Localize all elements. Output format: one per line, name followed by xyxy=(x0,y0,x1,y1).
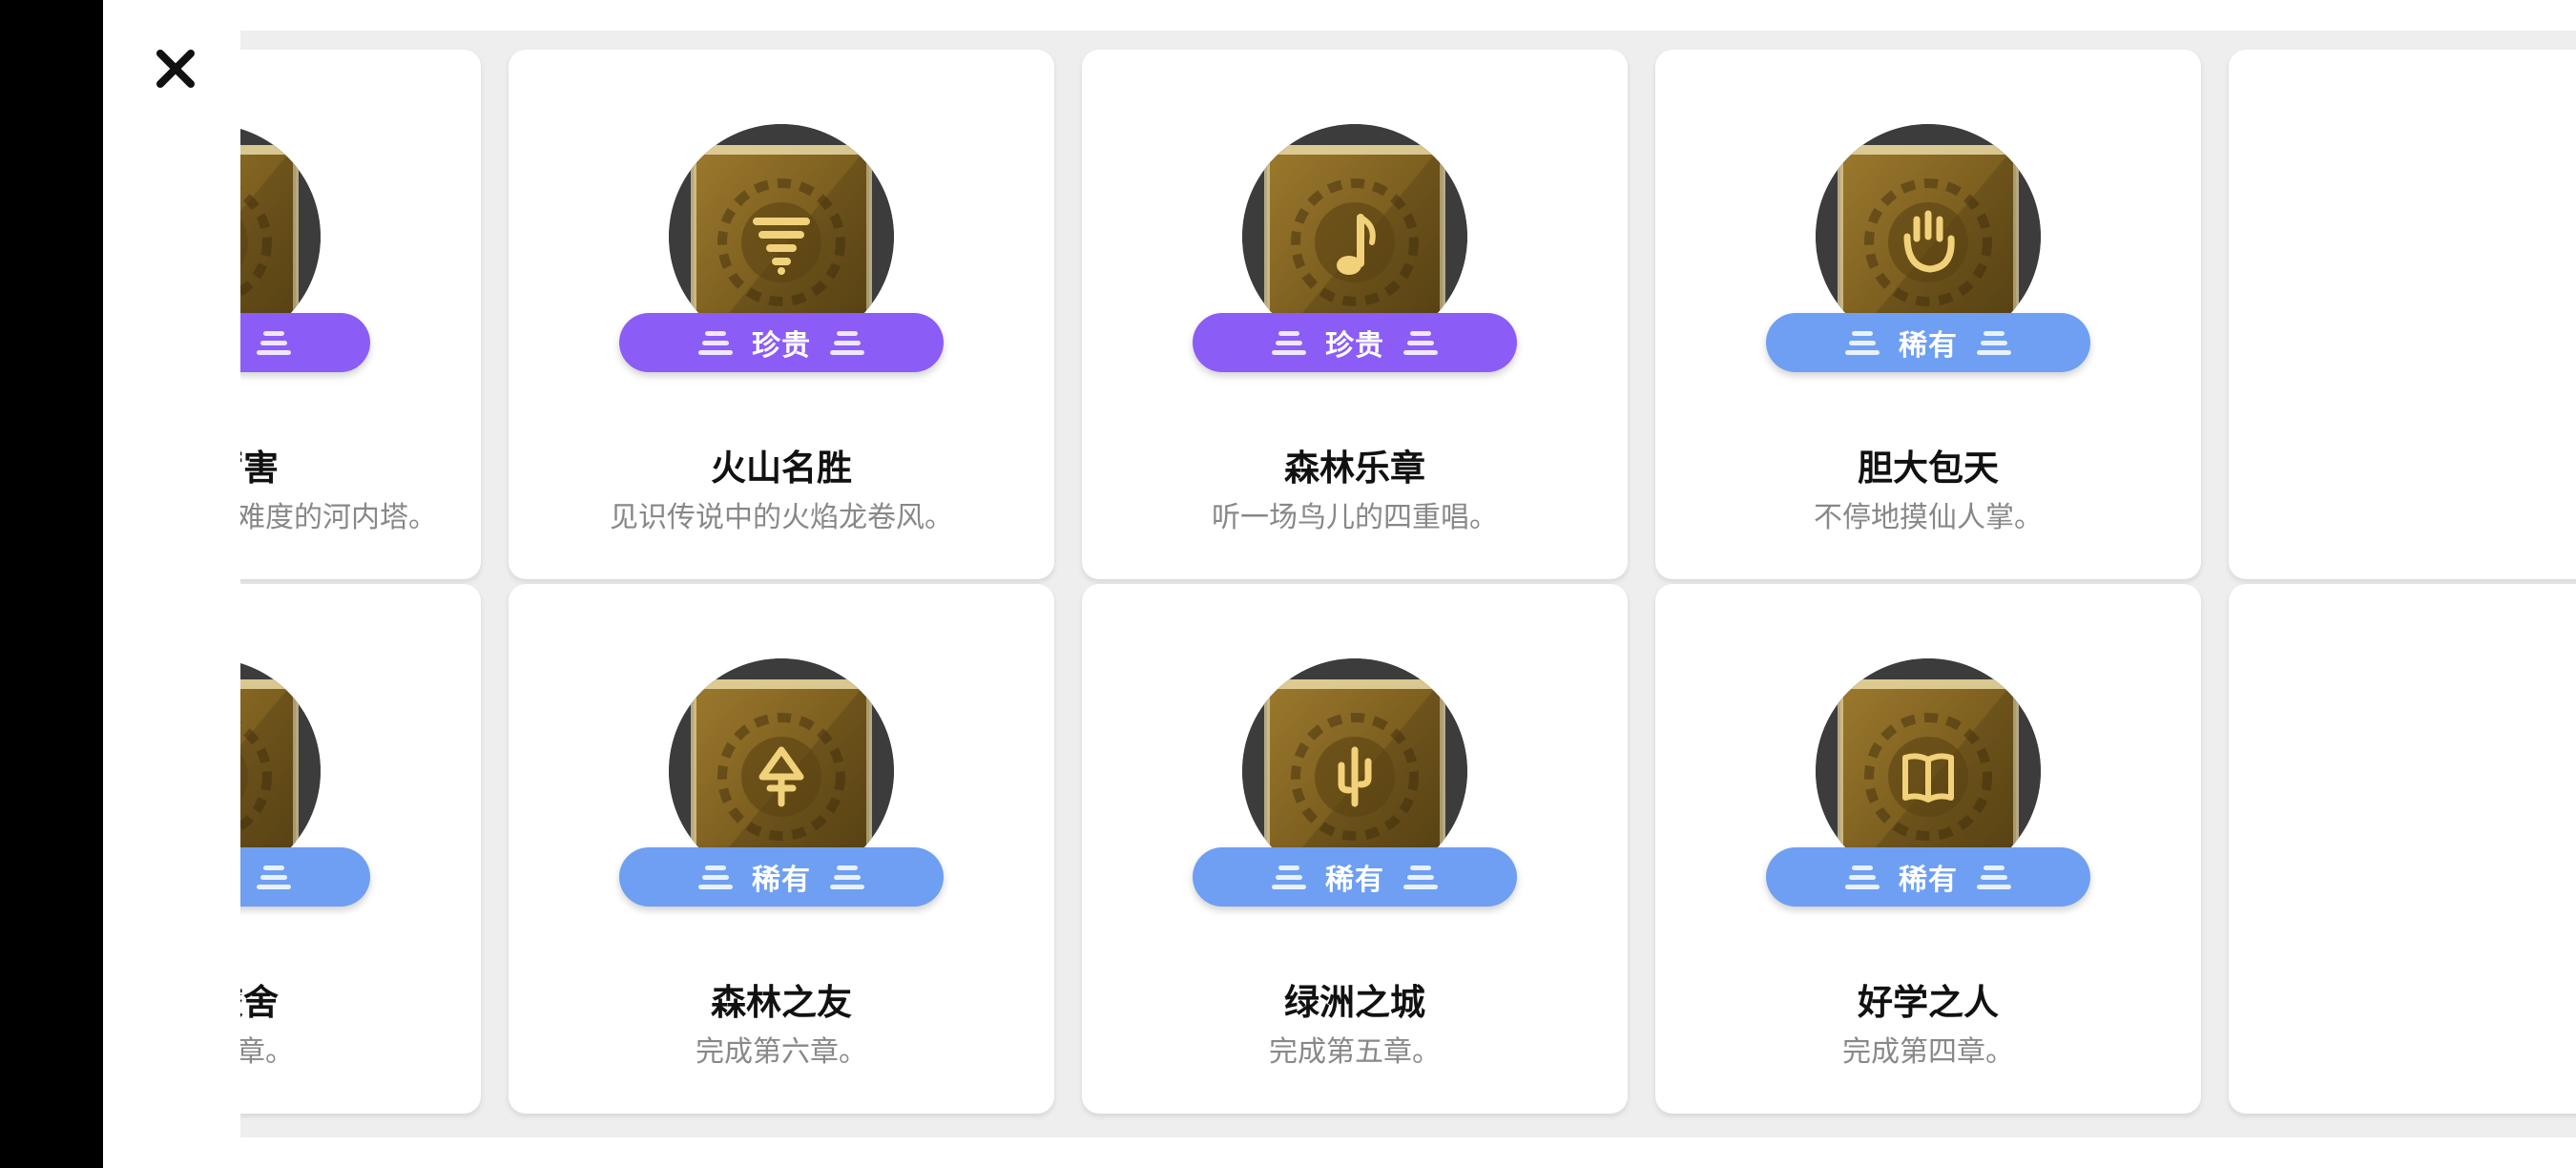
medal xyxy=(1816,124,2041,349)
achievement-description: 听一场鸟儿的四重唱。 xyxy=(1212,501,1498,534)
achievement-title: 好学之人 xyxy=(1858,982,1999,1023)
achievement-title: 熔岩旅舍 xyxy=(240,982,279,1023)
rarity-label: 珍贵 xyxy=(1325,329,1384,363)
achievement-title: 胆大包天 xyxy=(1858,448,1999,489)
achievements-panel: 珍贵 那么厉害 用最少步骤破解三个难度的河内塔。 珍贵 火山名胜 见识传说中的火… xyxy=(103,0,2576,1168)
rarity-right-icon xyxy=(257,330,291,355)
rarity-right-icon xyxy=(1403,865,1438,889)
rarity-label: 稀有 xyxy=(1899,329,1958,363)
achievement-description: 完成第五章。 xyxy=(1269,1035,1441,1069)
rarity-left-icon xyxy=(1845,330,1880,355)
achievement-card-partial[interactable] xyxy=(2229,584,2576,1114)
music-note-icon xyxy=(1242,124,1467,315)
volcano-icon xyxy=(240,663,321,849)
rarity-right-icon xyxy=(830,865,864,889)
rarity-badge: 稀有 xyxy=(240,847,370,907)
rarity-badge: 珍贵 xyxy=(240,313,370,372)
rarity-left-icon xyxy=(698,330,733,355)
rarity-badge: 珍贵 xyxy=(619,313,944,372)
achievement-description: 不停地摸仙人掌。 xyxy=(1814,501,2043,534)
hand-icon xyxy=(1816,124,2041,315)
rarity-left-icon xyxy=(1272,330,1306,355)
achievement-title: 那么厉害 xyxy=(240,448,279,489)
hanoi-icon xyxy=(240,129,321,315)
close-icon[interactable] xyxy=(153,46,198,92)
rarity-label: 珍贵 xyxy=(752,329,811,363)
rarity-badge: 稀有 xyxy=(1766,847,2090,907)
tornado-icon xyxy=(669,124,894,315)
achievement-card[interactable]: 珍贵 火山名胜 见识传说中的火焰龙卷风。 xyxy=(509,50,1054,579)
rarity-right-icon xyxy=(1977,330,2011,355)
achievement-card[interactable]: 稀有 森林之友 完成第六章。 xyxy=(509,584,1054,1114)
achievement-description: 用最少步骤破解三个难度的河内塔。 xyxy=(240,501,437,534)
rarity-badge: 珍贵 xyxy=(1193,313,1517,372)
medal xyxy=(669,658,894,884)
rarity-badge: 稀有 xyxy=(1766,313,2090,372)
achievement-card[interactable]: 珍贵 那么厉害 用最少步骤破解三个难度的河内塔。 xyxy=(240,50,481,579)
rarity-badge: 稀有 xyxy=(1193,847,1517,907)
medal xyxy=(1816,658,2041,884)
achievement-title: 绿洲之城 xyxy=(1284,982,1425,1023)
achievements-grid: 珍贵 那么厉害 用最少步骤破解三个难度的河内塔。 珍贵 火山名胜 见识传说中的火… xyxy=(240,31,2576,1137)
achievement-description: 完成第四章。 xyxy=(1842,1035,2014,1069)
achievement-card[interactable]: 珍贵 森林乐章 听一场鸟儿的四重唱。 xyxy=(1082,50,1628,579)
medal xyxy=(1242,658,1467,884)
achievement-card[interactable]: 稀有 胆大包天 不停地摸仙人掌。 xyxy=(1655,50,2201,579)
rarity-left-icon xyxy=(1845,865,1880,889)
cactus-icon xyxy=(1242,658,1467,849)
achievement-card-partial[interactable] xyxy=(2229,50,2576,579)
tree-icon xyxy=(669,658,894,849)
rarity-badge: 稀有 xyxy=(619,847,944,907)
rarity-left-icon xyxy=(698,865,733,889)
achievement-card[interactable]: 稀有 熔岩旅舍 完成第七章。 xyxy=(240,584,481,1114)
medal xyxy=(1242,124,1467,349)
book-icon xyxy=(1816,658,2041,849)
achievement-card[interactable]: 稀有 绿洲之城 完成第五章。 xyxy=(1082,584,1628,1114)
rarity-label: 稀有 xyxy=(752,864,811,897)
achievement-card[interactable]: 稀有 好学之人 完成第四章。 xyxy=(1655,584,2201,1114)
achievement-title: 森林之友 xyxy=(711,982,852,1023)
achievement-title: 森林乐章 xyxy=(1284,448,1425,489)
achievement-description: 见识传说中的火焰龙卷风。 xyxy=(610,501,953,534)
rarity-label: 稀有 xyxy=(1899,864,1958,897)
achievement-title: 火山名胜 xyxy=(711,448,852,489)
medal xyxy=(669,124,894,349)
rarity-right-icon xyxy=(1977,865,2011,889)
rarity-label: 稀有 xyxy=(1325,864,1384,897)
rarity-right-icon xyxy=(1403,330,1438,355)
achievement-description: 完成第六章。 xyxy=(696,1035,867,1069)
rarity-left-icon xyxy=(1272,865,1306,889)
medal xyxy=(240,658,321,884)
achievement-description: 完成第七章。 xyxy=(240,1035,294,1069)
rarity-right-icon xyxy=(257,865,291,889)
rarity-right-icon xyxy=(830,330,864,355)
medal xyxy=(240,124,321,349)
